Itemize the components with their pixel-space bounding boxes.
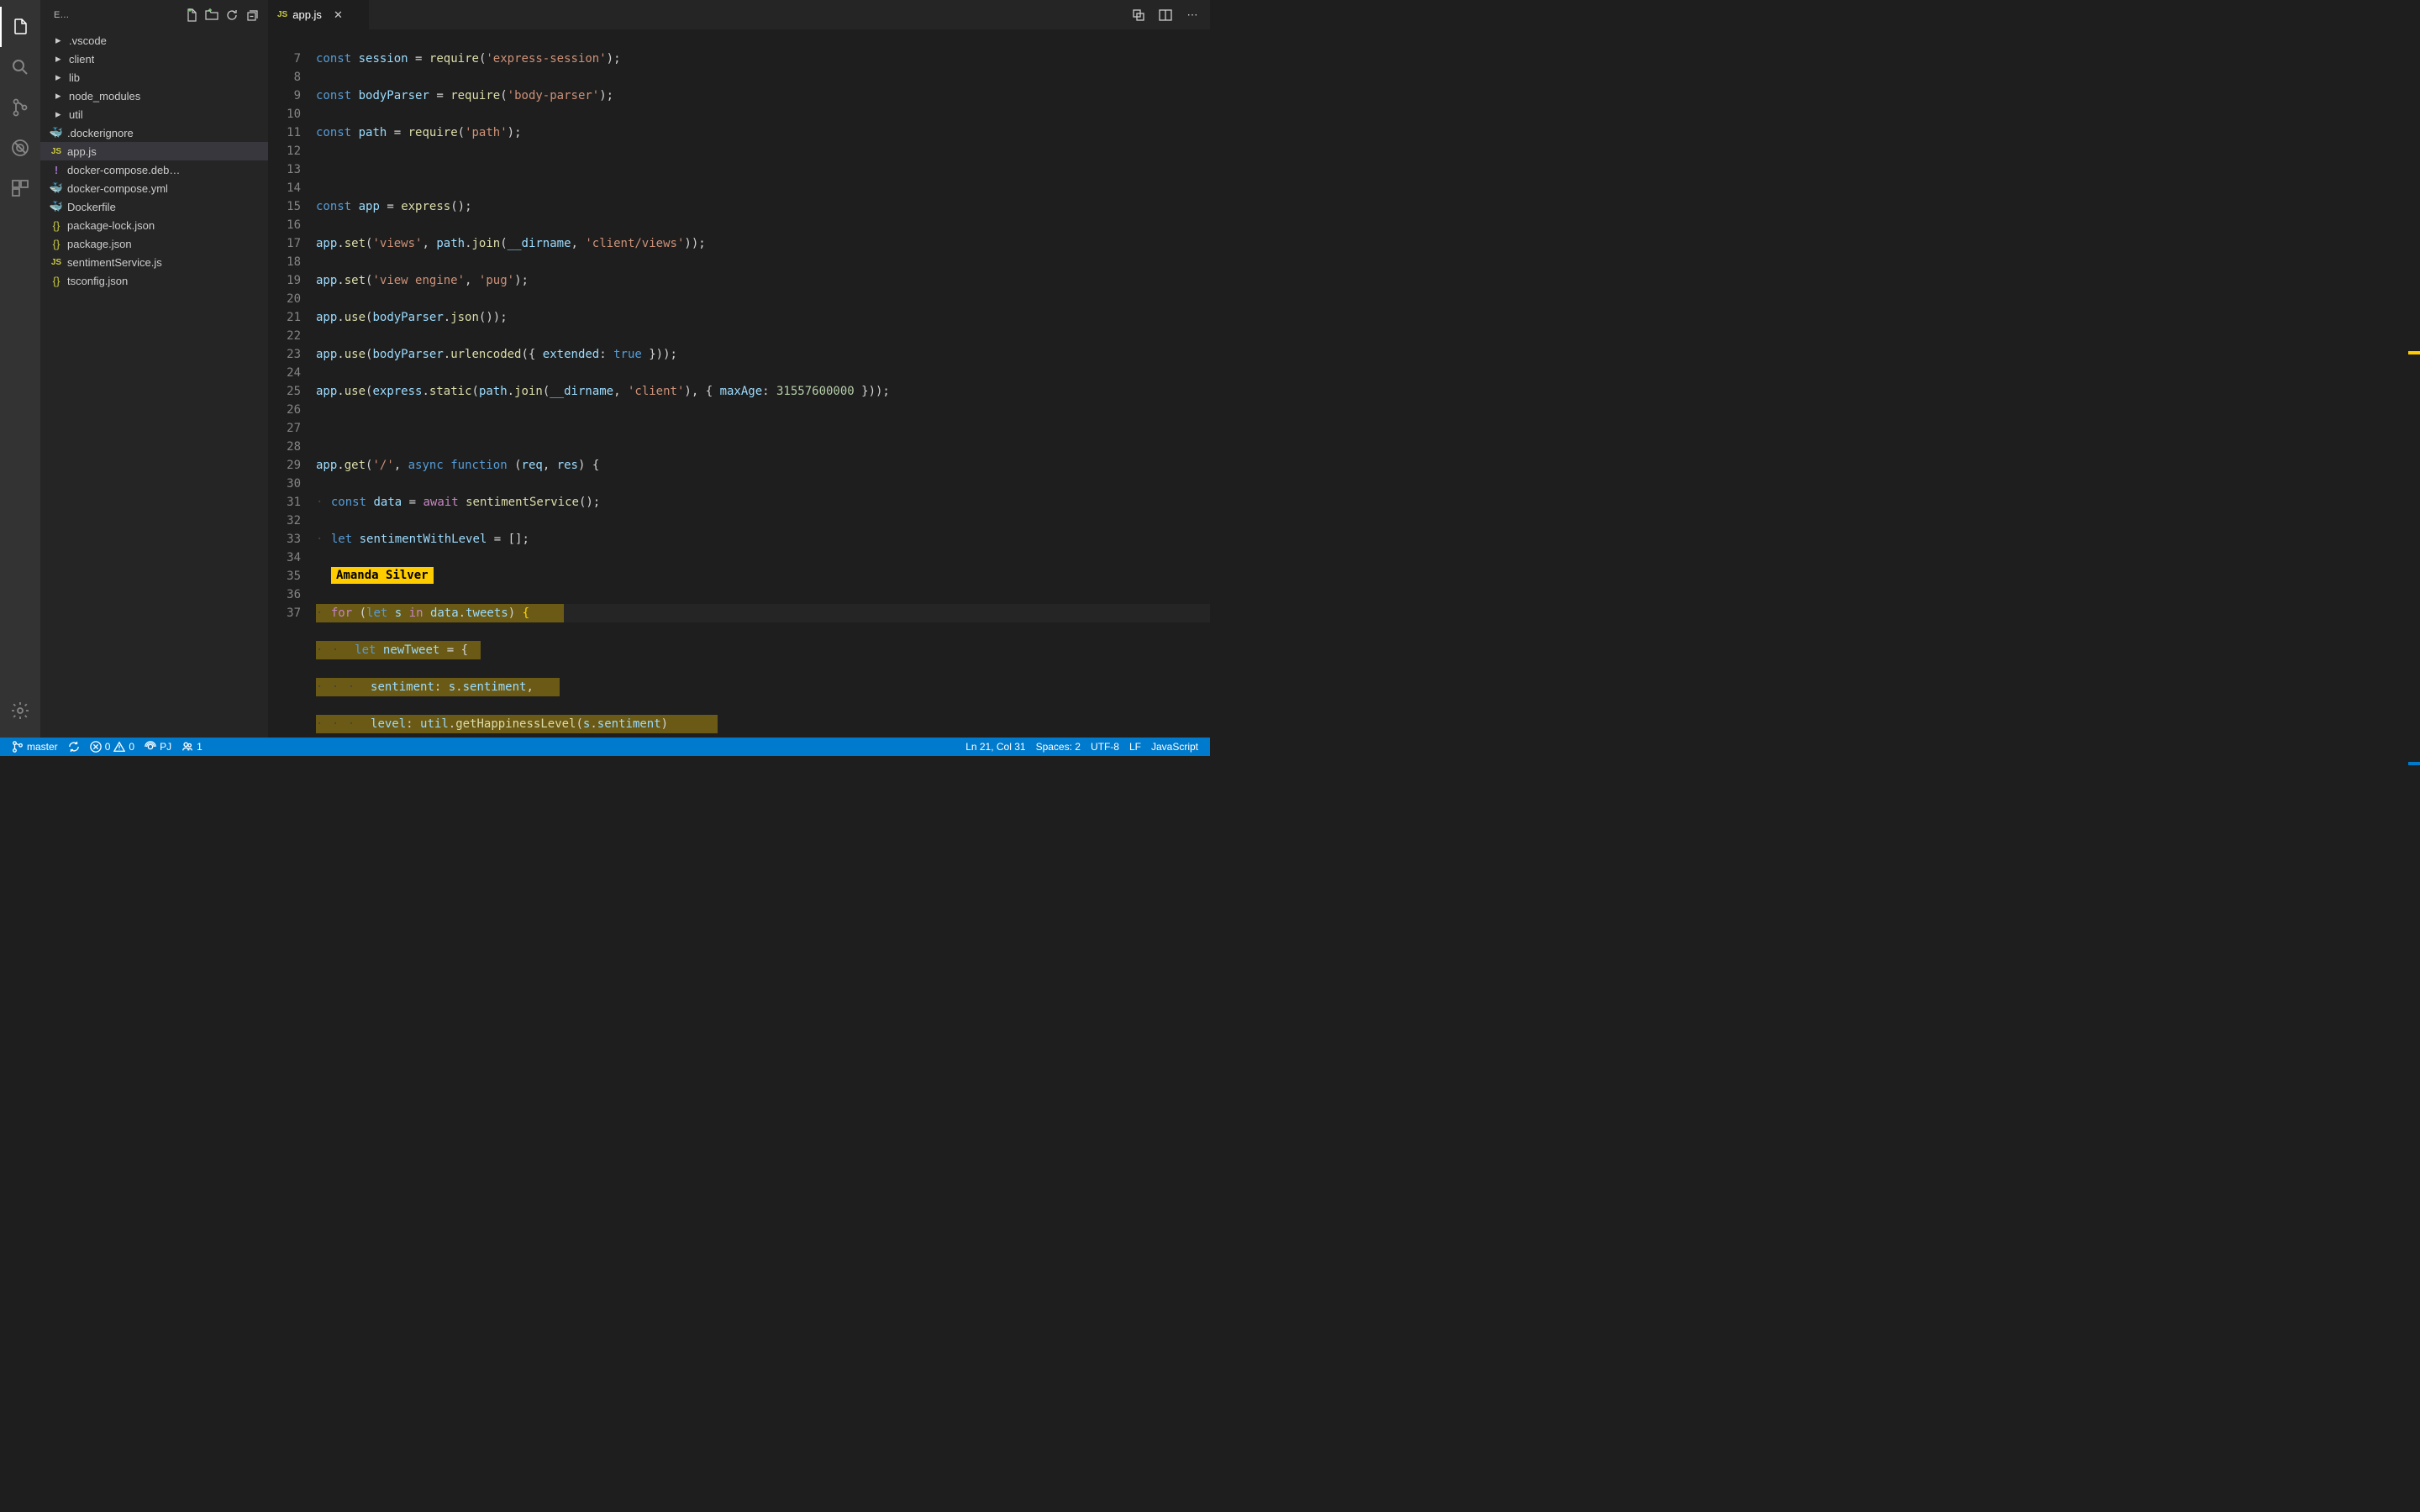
folder-item[interactable]: ▸.vscode: [40, 31, 268, 50]
explorer-sidebar: E… ▸.vscode ▸client ▸lib ▸node_modules ▸…: [40, 0, 269, 738]
file-item[interactable]: JSapp.js: [40, 142, 268, 160]
refresh-icon[interactable]: [223, 6, 241, 24]
files-icon[interactable]: [0, 7, 40, 47]
json-icon: {}: [49, 219, 64, 232]
split-editor-icon[interactable]: [1156, 6, 1175, 24]
close-icon[interactable]: ✕: [334, 8, 343, 22]
new-folder-icon[interactable]: [203, 6, 221, 24]
more-icon[interactable]: ⋯: [1183, 6, 1202, 24]
tab-actions: ⋯: [1129, 0, 1210, 29]
file-tree: ▸.vscode ▸client ▸lib ▸node_modules ▸uti…: [40, 29, 268, 738]
blame-annotation: Amanda Silver: [331, 567, 434, 584]
problems[interactable]: 0 0: [85, 738, 139, 756]
code-content[interactable]: const session = require('express-session…: [316, 29, 1210, 738]
docker-icon: 🐳: [49, 200, 64, 213]
yaml-icon: !: [49, 164, 64, 176]
js-icon: JS: [49, 147, 64, 156]
extensions-icon[interactable]: [0, 168, 40, 208]
editor: JS app.js ✕ ⋯ 7 8 9 10 11 12 13 14 15: [269, 0, 1210, 738]
json-icon: {}: [49, 238, 64, 250]
sync-icon[interactable]: [63, 738, 85, 756]
file-item[interactable]: JSsentimentService.js: [40, 253, 268, 271]
live-participants[interactable]: 1: [176, 738, 208, 756]
tab-app-js[interactable]: JS app.js ✕: [269, 0, 370, 29]
docker-icon: 🐳: [49, 126, 64, 139]
file-item[interactable]: {}package-lock.json: [40, 216, 268, 234]
indentation[interactable]: Spaces: 2: [1031, 741, 1086, 753]
js-icon: JS: [49, 258, 64, 267]
new-file-icon[interactable]: [182, 6, 201, 24]
file-item[interactable]: {}tsconfig.json: [40, 271, 268, 290]
debug-icon[interactable]: [0, 128, 40, 168]
search-icon[interactable]: [0, 47, 40, 87]
language-mode[interactable]: JavaScript: [1146, 741, 1203, 753]
source-control-icon[interactable]: [0, 87, 40, 128]
explorer-header: E…: [40, 0, 268, 29]
cursor-position[interactable]: Ln 21, Col 31: [960, 741, 1030, 753]
status-bar: master 0 0 PJ 1 Ln 21, Col 31 Spaces: 2 …: [0, 738, 1210, 756]
docker-icon: 🐳: [49, 181, 64, 195]
line-numbers: 7 8 9 10 11 12 13 14 15 16 17 18 19 20 2…: [269, 29, 316, 738]
tab-label: app.js: [292, 8, 322, 21]
collapse-all-icon[interactable]: [243, 6, 261, 24]
encoding[interactable]: UTF-8: [1086, 741, 1124, 753]
file-item[interactable]: 🐳.dockerignore: [40, 123, 268, 142]
file-item[interactable]: {}package.json: [40, 234, 268, 253]
file-item[interactable]: 🐳docker-compose.yml: [40, 179, 268, 197]
git-branch[interactable]: master: [7, 738, 63, 756]
file-item[interactable]: !docker-compose.deb…: [40, 160, 268, 179]
folder-item[interactable]: ▸util: [40, 105, 268, 123]
live-share[interactable]: PJ: [139, 738, 176, 756]
folder-item[interactable]: ▸client: [40, 50, 268, 68]
explorer-title: E…: [54, 10, 181, 20]
settings-gear-icon[interactable]: [0, 690, 40, 731]
json-icon: {}: [49, 275, 64, 287]
tab-bar: JS app.js ✕ ⋯: [269, 0, 1210, 29]
file-item[interactable]: 🐳Dockerfile: [40, 197, 268, 216]
js-icon: JS: [277, 10, 287, 19]
folder-item[interactable]: ▸node_modules: [40, 87, 268, 105]
find-replace-icon[interactable]: [1129, 6, 1148, 24]
folder-item[interactable]: ▸lib: [40, 68, 268, 87]
eol[interactable]: LF: [1124, 741, 1146, 753]
activity-bar: [0, 0, 40, 738]
code-editor[interactable]: 7 8 9 10 11 12 13 14 15 16 17 18 19 20 2…: [269, 29, 1210, 738]
